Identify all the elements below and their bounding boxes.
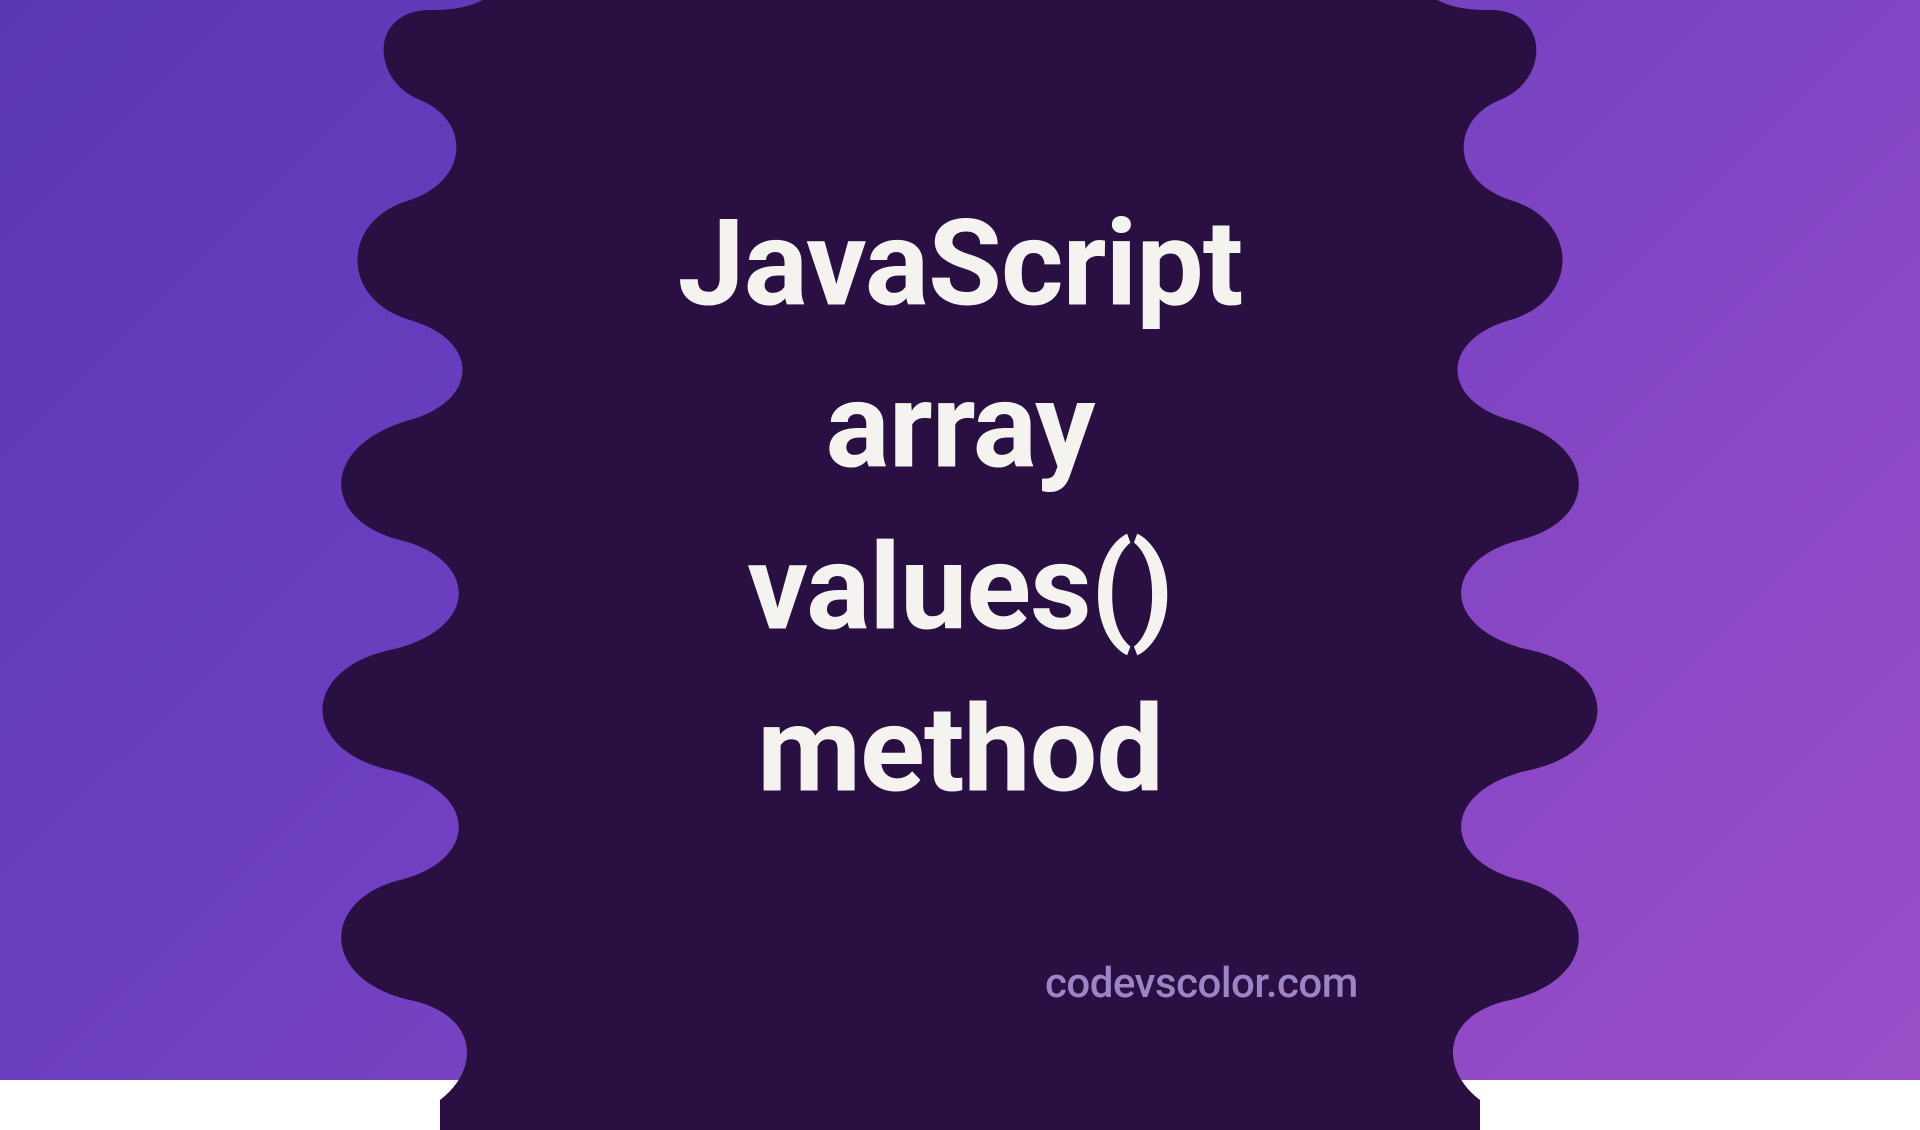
site-watermark: codevscolor.com: [1045, 959, 1358, 1008]
title-line-2: array: [678, 346, 1243, 508]
hero-banner: JavaScript array values() method codevsc…: [0, 0, 1920, 1080]
title-line-3: values(): [678, 508, 1243, 670]
title-line-1: JavaScript: [678, 184, 1243, 346]
page-title: JavaScript array values() method: [678, 184, 1243, 832]
title-line-4: method: [678, 670, 1243, 832]
